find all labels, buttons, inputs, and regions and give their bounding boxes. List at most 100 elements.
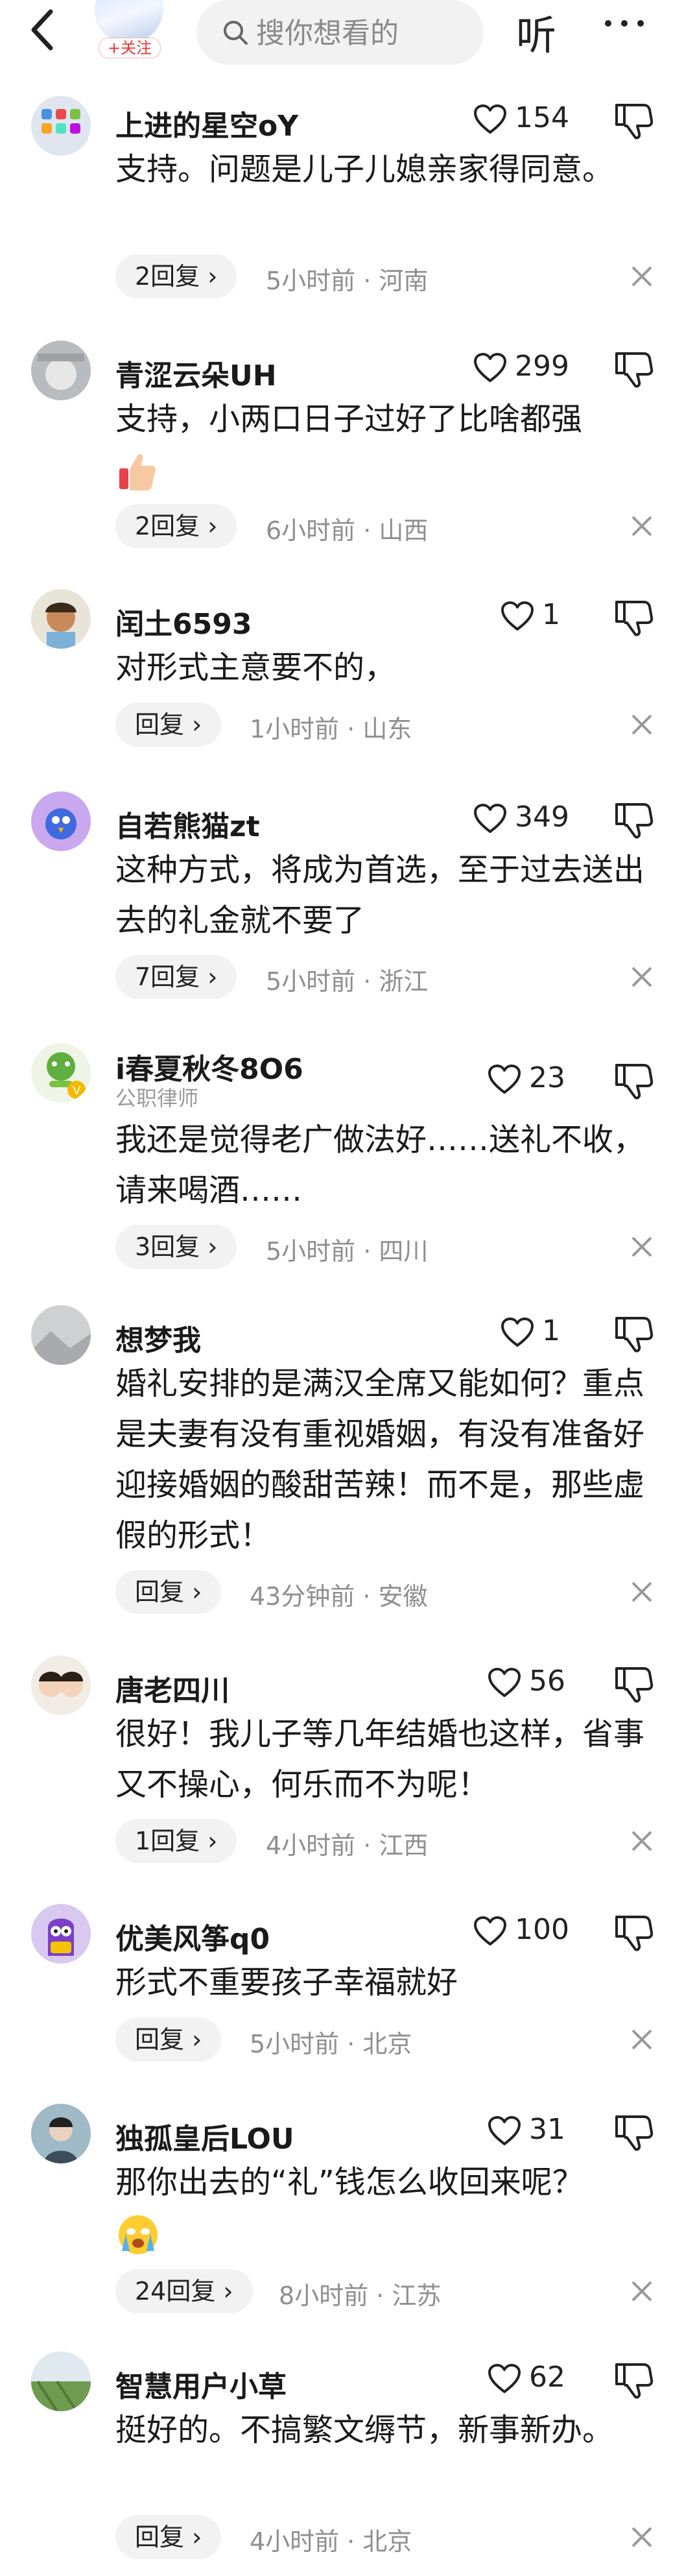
heart-icon	[501, 601, 534, 631]
close-icon[interactable]	[628, 1827, 656, 1855]
dislike-button[interactable]	[613, 2359, 654, 2401]
avatar[interactable]	[31, 96, 91, 156]
avatar[interactable]	[31, 1655, 91, 1715]
reply-button[interactable]: 回复 ›	[115, 2515, 222, 2559]
like-button[interactable]: 56	[488, 1663, 617, 1702]
comment-text: 我还是觉得老广做法好……送礼不收，请来喝酒……	[115, 1122, 645, 1209]
reply-button[interactable]: 2回复 ›	[115, 504, 237, 548]
like-count: 299	[515, 350, 569, 383]
heart-icon	[474, 104, 506, 134]
avatar[interactable]	[31, 2104, 91, 2163]
like-button[interactable]: 31	[488, 2112, 617, 2150]
close-icon[interactable]	[628, 2277, 656, 2305]
avatar[interactable]	[31, 341, 91, 400]
avatar-owl-icon	[48, 1918, 74, 1956]
heart-icon	[488, 1065, 521, 1094]
avatar-photo-icon	[31, 2104, 91, 2163]
dislike-button[interactable]	[613, 1663, 654, 1705]
avatar[interactable]	[31, 2352, 91, 2411]
dislike-button[interactable]	[613, 100, 654, 141]
svg-text:V: V	[73, 1084, 81, 1098]
dislike-button[interactable]	[613, 348, 654, 390]
search-bar[interactable]	[196, 0, 484, 65]
dislike-button[interactable]	[613, 799, 654, 841]
dislike-button[interactable]	[613, 597, 654, 638]
heart-icon	[474, 804, 506, 833]
listen-button[interactable]: 听	[516, 3, 556, 61]
comment-text: 挺好的。不搞繁文缛节，新事新办。	[115, 2412, 614, 2448]
avatar[interactable]	[31, 1305, 91, 1365]
avatar[interactable]	[31, 791, 91, 851]
comment-text: 对形式主意要不的，	[115, 649, 396, 686]
comment-author[interactable]: 想梦我	[115, 1317, 201, 1358]
more-button[interactable]	[602, 10, 647, 36]
comment-author[interactable]: 唐老四川	[115, 1667, 230, 1709]
heart-icon	[488, 2116, 521, 2145]
reply-button[interactable]: 回复 ›	[115, 2017, 222, 2062]
dislike-button[interactable]	[613, 1060, 654, 1101]
reply-button[interactable]: 回复 ›	[115, 1570, 222, 1614]
crying-emoji-icon	[119, 2215, 158, 2254]
like-button[interactable]: 62	[488, 2359, 617, 2398]
thumbs-up-emoji-icon	[119, 454, 156, 490]
reply-button[interactable]: 24回复 ›	[115, 2269, 253, 2313]
follow-button[interactable]: +关注	[99, 38, 161, 58]
comment-author[interactable]: 自若熊猫zt	[115, 803, 260, 845]
close-icon[interactable]	[628, 512, 656, 540]
comment-author[interactable]: 上进的星空oY	[115, 102, 298, 144]
avatar[interactable]	[31, 589, 91, 649]
comment-author[interactable]: 青涩云朵UH	[115, 352, 277, 394]
like-button[interactable]: 1	[501, 1313, 630, 1352]
reply-button[interactable]: 7回复 ›	[115, 955, 237, 999]
close-icon[interactable]	[628, 710, 656, 739]
like-button[interactable]: 100	[473, 1912, 603, 1951]
reply-button[interactable]: 1回复 ›	[115, 1819, 237, 1863]
close-icon[interactable]	[628, 2523, 656, 2551]
comment-meta: 8小时前 · 江苏	[279, 2281, 442, 2310]
like-count: 31	[529, 2113, 565, 2146]
avatar[interactable]	[31, 1904, 91, 1964]
like-button[interactable]: 299	[473, 348, 603, 387]
dislike-button[interactable]	[613, 2112, 654, 2153]
like-button[interactable]: 154	[473, 100, 603, 139]
reply-button[interactable]: 回复 ›	[115, 703, 222, 747]
more-dots-icon	[605, 20, 644, 27]
close-icon[interactable]	[628, 1578, 656, 1606]
reply-button[interactable]: 2回复 ›	[115, 254, 237, 298]
reply-button[interactable]: 3回复 ›	[115, 1225, 237, 1269]
comment-author[interactable]: 闰土6593	[115, 601, 252, 642]
like-button[interactable]: 349	[473, 799, 603, 838]
chevron-left-icon	[31, 9, 53, 51]
author-avatar[interactable]: +关注	[89, 0, 166, 60]
close-icon[interactable]	[628, 262, 656, 291]
avatar[interactable]: V	[31, 1043, 91, 1103]
like-count: 349	[515, 800, 569, 834]
comment-author[interactable]: 独孤皇后LOU	[115, 2115, 294, 2157]
comment-meta: 5小时前 · 北京	[250, 2030, 412, 2058]
back-button[interactable]	[25, 5, 64, 54]
like-count: 56	[529, 1665, 565, 1698]
like-button[interactable]: 1	[501, 597, 630, 636]
like-button[interactable]: 23	[488, 1060, 617, 1099]
comment-meta: 4小时前 · 北京	[250, 2527, 412, 2556]
like-count: 62	[529, 2361, 565, 2394]
avatar-photo-icon	[39, 1672, 83, 1697]
dislike-button[interactable]	[613, 1313, 654, 1354]
search-input[interactable]	[255, 16, 471, 51]
comment-author[interactable]: 智慧用户小草	[115, 2363, 287, 2405]
close-icon[interactable]	[628, 2025, 656, 2054]
heart-icon	[488, 1668, 521, 1697]
close-icon[interactable]	[628, 963, 656, 991]
thumbs-down-icon	[615, 601, 654, 636]
thumbs-down-icon	[615, 2115, 654, 2151]
comment-meta: 5小时前 · 四川	[266, 1237, 429, 1266]
avatar-cartoon-boy-icon	[45, 603, 77, 649]
close-icon[interactable]	[628, 1233, 656, 1261]
comment-text: 支持，小两口日子过好了比啥都强	[115, 394, 647, 495]
comment-author[interactable]: 优美风筝q0	[115, 1916, 270, 1957]
thumbs-down-icon	[615, 1667, 654, 1703]
dislike-button[interactable]	[613, 1912, 654, 1953]
like-count: 23	[529, 1061, 565, 1094]
thumbs-down-icon	[615, 2363, 654, 2399]
comment-author[interactable]: i春夏秋冬8O6	[115, 1046, 303, 1087]
